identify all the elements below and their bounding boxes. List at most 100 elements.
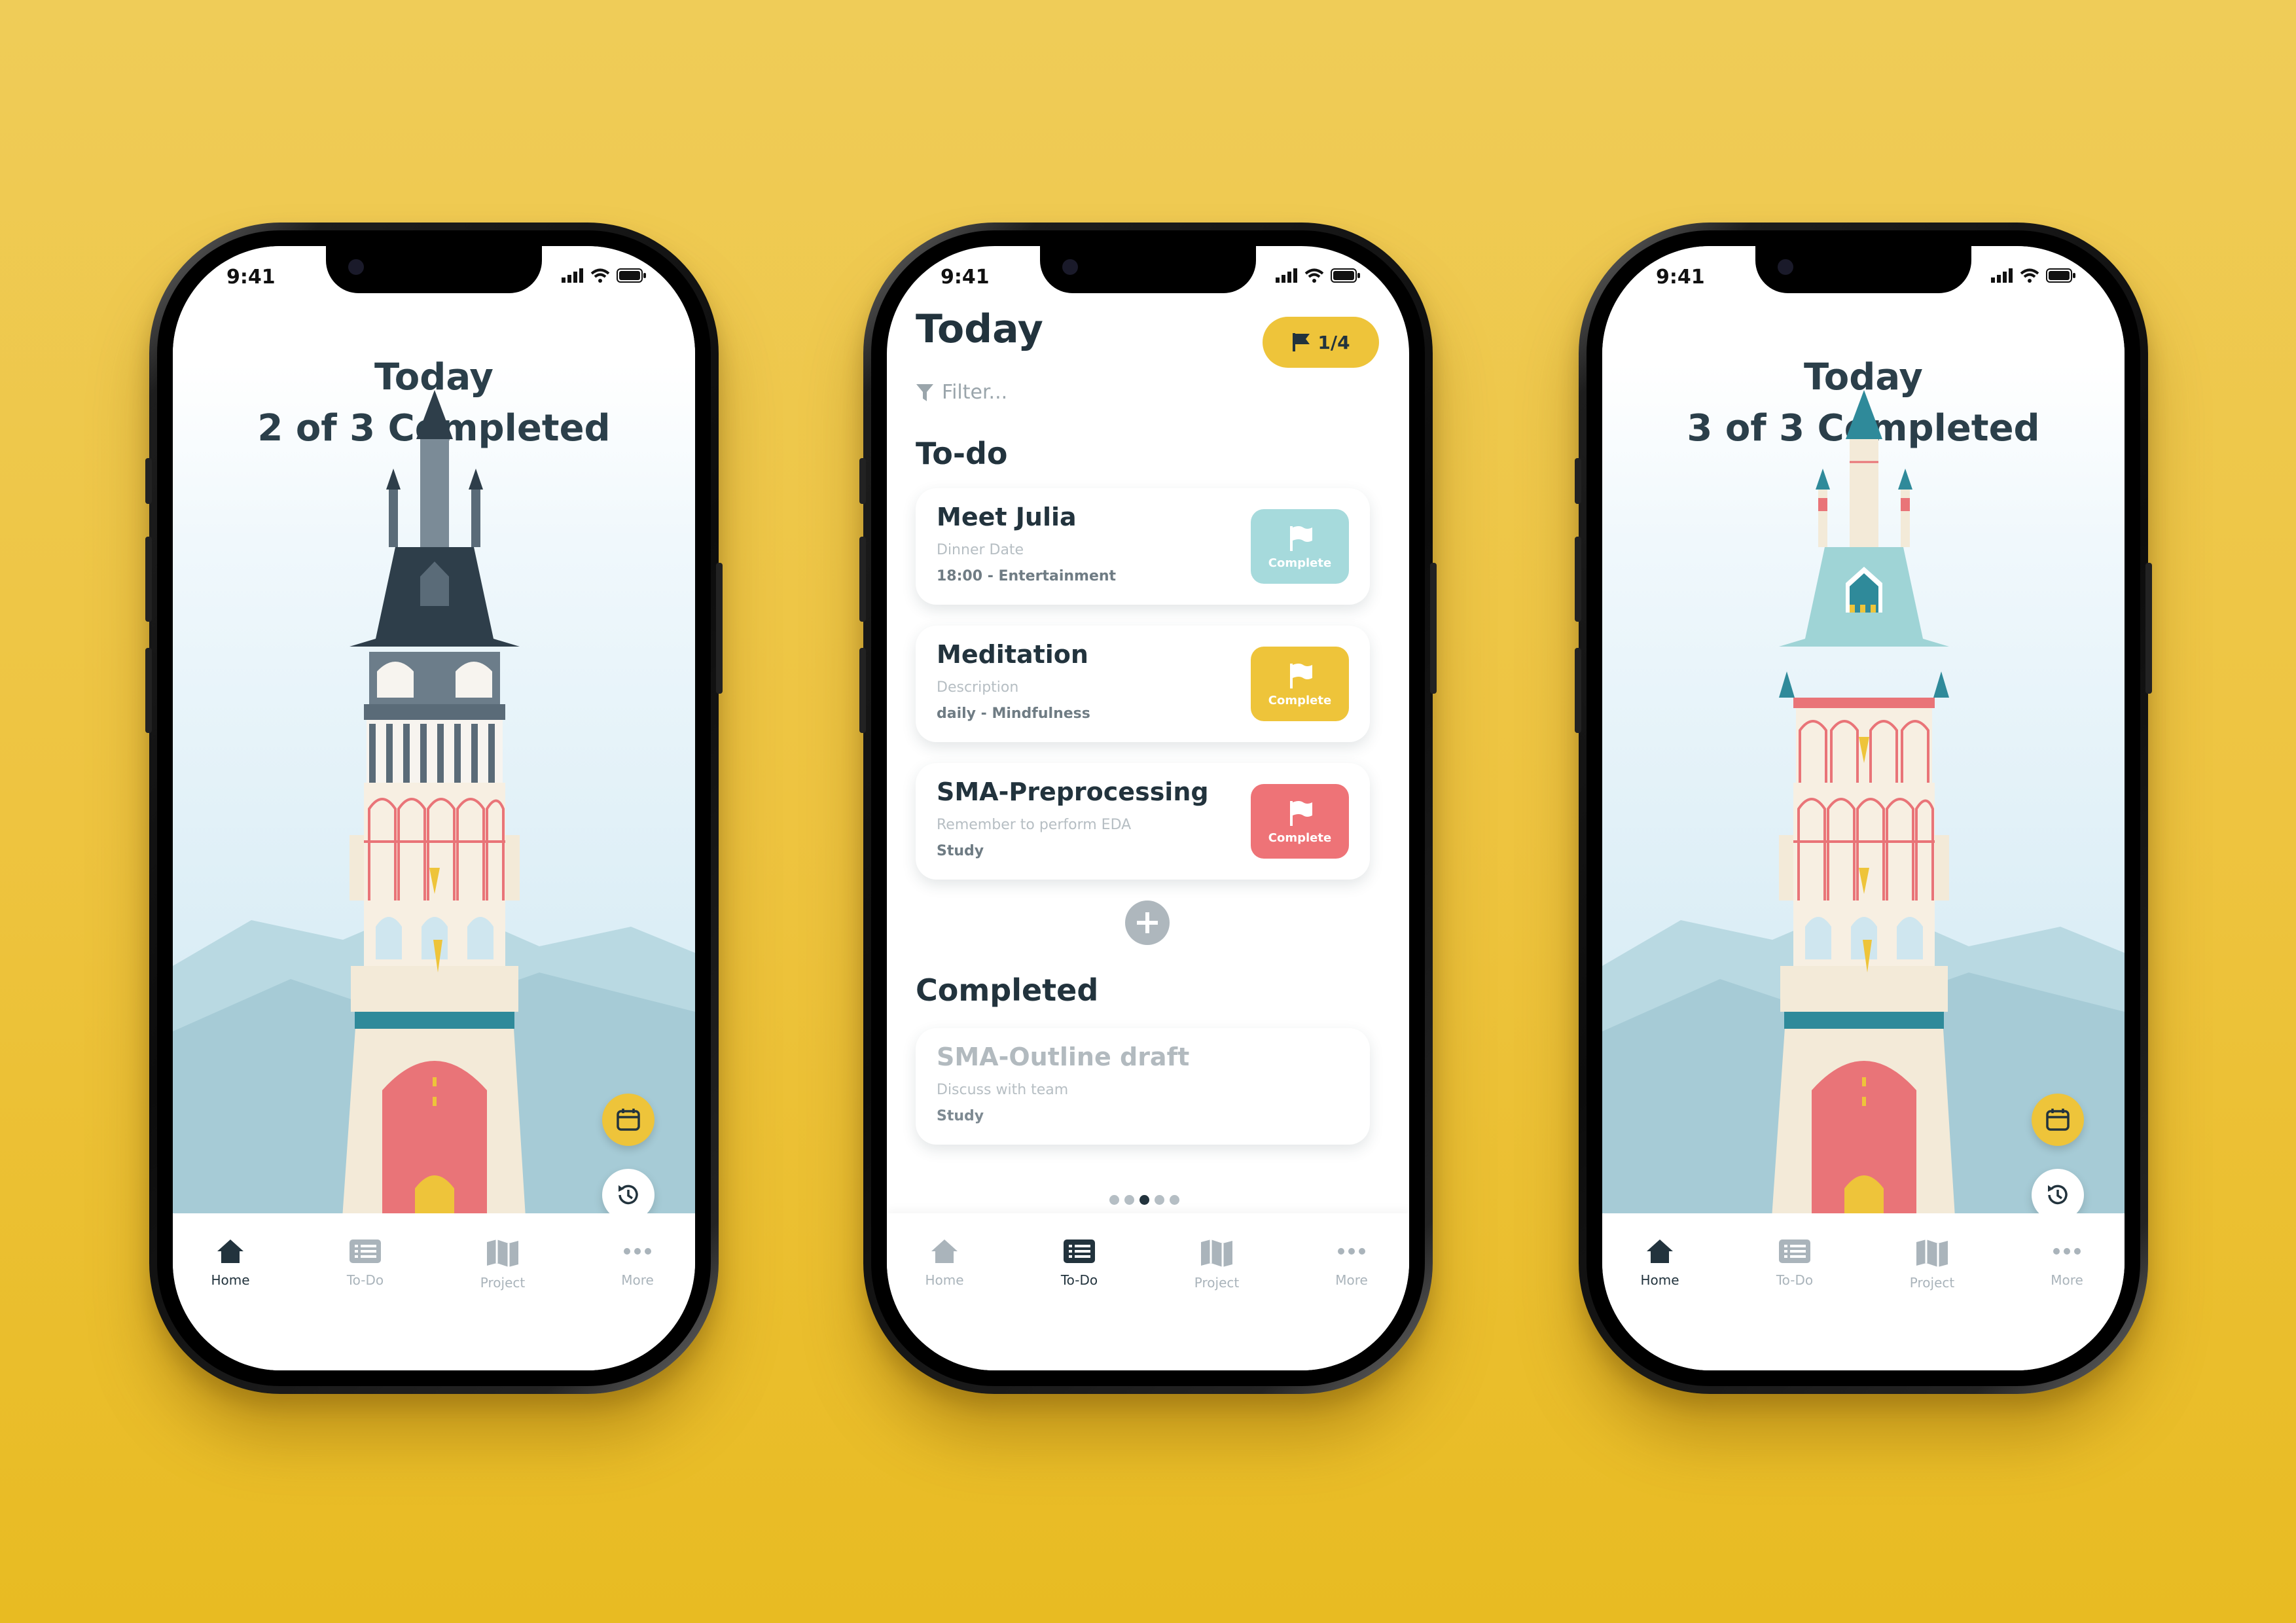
progress-badge[interactable]: 1/4 xyxy=(1263,317,1379,368)
wifi-icon xyxy=(1304,268,1324,283)
tab-home[interactable]: Home xyxy=(1621,1238,1699,1288)
history-icon xyxy=(619,1185,638,1205)
todo-screen: 9:41 Today 1/4 Filter... To-do Meet Juli… xyxy=(887,246,1409,1370)
page-dot xyxy=(1170,1195,1179,1205)
calendar-icon xyxy=(2046,1109,2070,1131)
tab-home[interactable]: Home xyxy=(905,1238,984,1288)
signal-icon xyxy=(562,268,583,283)
tab-project[interactable]: Project xyxy=(1177,1238,1256,1291)
flag-icon xyxy=(1293,333,1310,351)
task-title: Meet Julia xyxy=(937,503,1077,531)
power-button xyxy=(2145,563,2152,694)
task-meta: Study xyxy=(937,1108,984,1124)
task-description: Dinner Date xyxy=(937,542,1024,558)
tab-project[interactable]: Project xyxy=(1893,1238,1971,1291)
volume-down-button xyxy=(1575,648,1581,733)
status-icons xyxy=(562,268,647,283)
page-dot-active xyxy=(1139,1195,1149,1205)
tab-label: More xyxy=(2051,1272,2083,1288)
task-meta: daily - Mindfulness xyxy=(937,705,1090,722)
phone-home-3of3: 9:41 Today 3 of 3 Completed Home To-Do P… xyxy=(1575,223,2152,1394)
notch xyxy=(1755,246,1971,293)
page-indicator[interactable] xyxy=(1109,1195,1179,1205)
battery-icon xyxy=(617,268,646,283)
badge-count: 1/4 xyxy=(1318,331,1350,353)
complete-label: Complete xyxy=(1268,830,1332,845)
completed-task-card[interactable]: SMA-Outline draft Discuss with team Stud… xyxy=(916,1028,1370,1145)
tab-label: Project xyxy=(1194,1275,1240,1291)
more-icon xyxy=(1338,1248,1365,1255)
signal-icon xyxy=(1991,268,2013,283)
wifi-icon xyxy=(590,268,610,283)
tab-bar: Home To-Do Project More xyxy=(1602,1213,2125,1370)
more-icon xyxy=(2053,1248,2081,1255)
home-screen: 9:41 Today 3 of 3 Completed Home To-Do P… xyxy=(1602,246,2125,1370)
status-time: 9:41 xyxy=(1656,266,1705,289)
wifi-icon xyxy=(2020,268,2039,283)
task-card[interactable]: Meet Julia Dinner Date 18:00 - Entertain… xyxy=(916,488,1370,605)
tab-label: To-Do xyxy=(346,1272,384,1288)
task-title: SMA-Preprocessing xyxy=(937,777,1209,806)
tab-home[interactable]: Home xyxy=(191,1238,270,1288)
volume-up-button xyxy=(145,537,152,622)
tab-more[interactable]: More xyxy=(1312,1238,1391,1288)
tab-project[interactable]: Project xyxy=(463,1238,542,1291)
page-dot xyxy=(1109,1195,1119,1205)
complete-button[interactable]: Complete xyxy=(1251,647,1349,721)
task-title: Meditation xyxy=(937,640,1088,669)
notch xyxy=(1040,246,1256,293)
completed-heading: Completed xyxy=(916,972,1099,1008)
task-description: Discuss with team xyxy=(937,1082,1069,1098)
battery-icon xyxy=(2046,268,2075,283)
status-icons xyxy=(1991,268,2076,283)
power-button xyxy=(1430,563,1437,694)
home-screen: 9:41 Today 2 of 3 Completed Home To-Do P… xyxy=(173,246,695,1370)
todo-heading: To-do xyxy=(916,436,1008,471)
add-task-button[interactable] xyxy=(1125,901,1170,945)
more-icon xyxy=(624,1248,651,1255)
tab-label: More xyxy=(1335,1272,1368,1288)
tab-label: Home xyxy=(211,1272,250,1288)
page-dot xyxy=(1124,1195,1134,1205)
calendar-icon xyxy=(617,1109,640,1131)
tower-illustration xyxy=(1602,390,2125,1228)
task-card[interactable]: Meditation Description daily - Mindfulne… xyxy=(916,626,1370,742)
page-dot xyxy=(1155,1195,1164,1205)
complete-button[interactable]: Complete xyxy=(1251,509,1349,584)
list-icon xyxy=(350,1240,381,1263)
flag-icon xyxy=(1290,526,1312,551)
tab-todo[interactable]: To-Do xyxy=(1040,1238,1119,1288)
map-icon xyxy=(1916,1240,1948,1267)
calendar-button[interactable] xyxy=(2032,1094,2084,1146)
tab-bar: Home To-Do Project More xyxy=(887,1213,1409,1370)
map-icon xyxy=(1201,1240,1232,1267)
tower-illustration xyxy=(173,390,695,1228)
complete-label: Complete xyxy=(1268,556,1332,570)
tab-label: Project xyxy=(480,1275,526,1291)
complete-button[interactable]: Complete xyxy=(1251,784,1349,859)
phone-home-2of3: 9:41 Today 2 of 3 Completed Home To-Do P… xyxy=(145,223,723,1394)
list-icon xyxy=(1064,1240,1095,1263)
history-icon xyxy=(2048,1185,2068,1205)
tab-more[interactable]: More xyxy=(2028,1238,2106,1288)
filter-input[interactable]: Filter... xyxy=(916,381,1007,404)
home-icon xyxy=(931,1240,958,1263)
list-icon xyxy=(1779,1240,1810,1263)
mute-switch xyxy=(145,458,152,504)
filter-placeholder: Filter... xyxy=(942,381,1008,404)
battery-icon xyxy=(1331,268,1360,283)
flag-icon xyxy=(1290,800,1312,826)
phone-todo: 9:41 Today 1/4 Filter... To-do Meet Juli… xyxy=(859,223,1437,1394)
page-title: Today xyxy=(916,306,1043,352)
tab-todo[interactable]: To-Do xyxy=(1755,1238,1834,1288)
tab-bar: Home To-Do Project More xyxy=(173,1213,695,1370)
calendar-button[interactable] xyxy=(602,1094,655,1146)
flag-icon xyxy=(1290,663,1312,688)
task-card[interactable]: SMA-Preprocessing Remember to perform ED… xyxy=(916,763,1370,880)
tab-more[interactable]: More xyxy=(598,1238,677,1288)
tab-label: Home xyxy=(1640,1272,1679,1288)
tab-todo[interactable]: To-Do xyxy=(326,1238,404,1288)
task-description: Description xyxy=(937,679,1019,696)
plus-icon xyxy=(1137,912,1158,933)
notch xyxy=(326,246,542,293)
